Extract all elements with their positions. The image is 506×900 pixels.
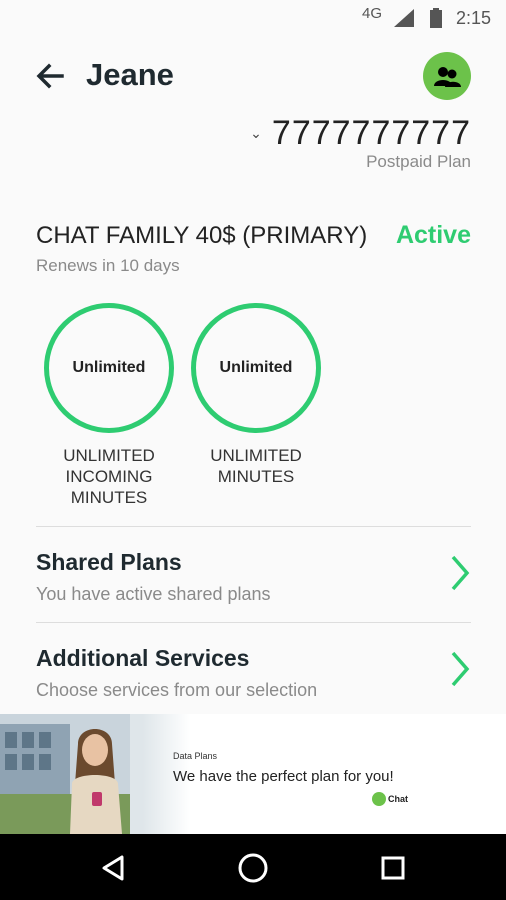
chevron-down-icon: ⌄ xyxy=(250,125,262,141)
arrow-left-icon[interactable] xyxy=(34,60,66,92)
row-subtitle: You have active shared plans xyxy=(36,584,271,604)
phone-number-selector[interactable]: ⌄ 7777777777 xyxy=(250,114,471,153)
plan-type: Postpaid Plan xyxy=(366,152,471,171)
banner-photo xyxy=(0,714,190,834)
group-icon[interactable] xyxy=(423,52,471,100)
clock: 2:15 xyxy=(456,8,492,28)
recents-icon[interactable] xyxy=(377,852,409,884)
usage-item: Unlimited UNLIMITED MINUTES xyxy=(191,303,321,487)
usage-ring: Unlimited xyxy=(44,303,174,433)
signal-icon xyxy=(394,9,414,32)
plan-name: CHAT FAMILY 40$ (PRIMARY) xyxy=(36,222,368,249)
logo-text: Chat xyxy=(388,794,408,804)
network-type: 4G xyxy=(362,5,383,22)
additional-services-row[interactable]: Additional Services Choose services from… xyxy=(36,645,471,715)
usage-item: Unlimited UNLIMITED INCOMING MINUTES xyxy=(44,303,174,508)
banner-label: Data Plans xyxy=(173,751,218,761)
logo-icon xyxy=(372,792,386,806)
shared-plans-row[interactable]: Shared Plans You have active shared plan… xyxy=(36,549,471,619)
promo-banner[interactable]: Data Plans We have the perfect plan for … xyxy=(0,714,506,834)
usage-label: UNLIMITED INCOMING MINUTES xyxy=(63,446,155,507)
back-icon[interactable] xyxy=(98,852,130,884)
usage-label: UNLIMITED MINUTES xyxy=(210,446,302,486)
divider xyxy=(36,622,471,623)
divider xyxy=(36,526,471,527)
status-bar: 4G 2:15 xyxy=(0,0,506,36)
home-icon[interactable] xyxy=(237,852,269,884)
row-subtitle: Choose services from our selection xyxy=(36,680,318,700)
usage-value: Unlimited xyxy=(219,359,293,376)
usage-ring: Unlimited xyxy=(191,303,321,433)
row-title: Shared Plans xyxy=(36,549,182,575)
page-title: Jeane xyxy=(86,57,174,92)
usage-value: Unlimited xyxy=(72,359,146,376)
chevron-right-icon xyxy=(449,553,471,593)
status-badge: Active xyxy=(395,221,471,249)
row-title: Additional Services xyxy=(36,645,250,671)
chevron-right-icon xyxy=(449,649,471,689)
brand-logo: Chat xyxy=(372,792,408,806)
phone-number: 7777777777 xyxy=(271,114,471,152)
battery-icon xyxy=(430,8,442,33)
system-nav-bar xyxy=(0,834,506,900)
banner-headline: We have the perfect plan for you! xyxy=(173,768,394,785)
plan-renewal: Renews in 10 days xyxy=(36,256,180,275)
